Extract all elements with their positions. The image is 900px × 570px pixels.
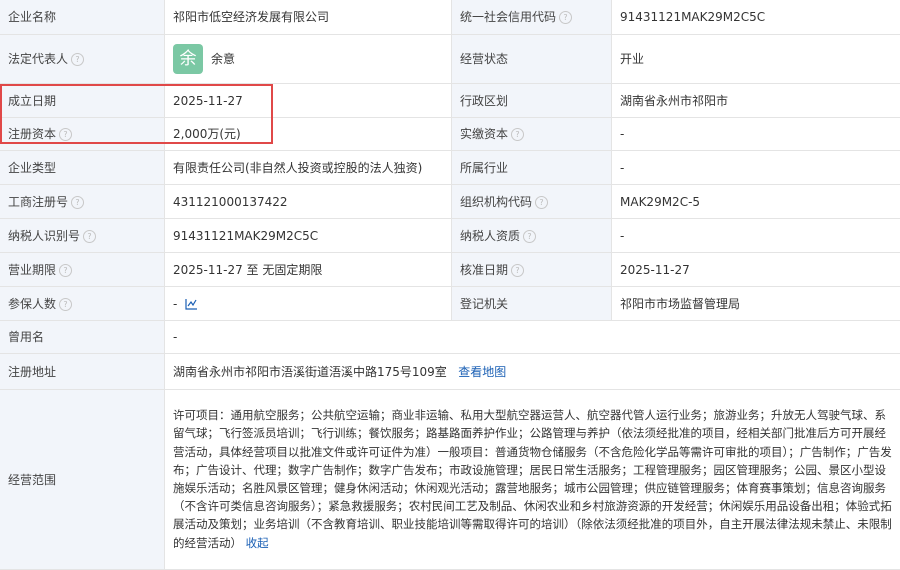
label-reg-no: 工商注册号? [0, 185, 165, 219]
avatar[interactable]: 余 [173, 44, 203, 74]
help-circle-icon[interactable]: ? [59, 128, 72, 141]
value-org-code: MAK29M2C-5 [612, 185, 900, 219]
help-circle-icon[interactable]: ? [59, 264, 72, 277]
value-paid-capital: - [612, 118, 900, 151]
label-industry: 所属行业 [452, 151, 612, 185]
value-company-type: 有限责任公司(非自然人投资或控股的法人独资) [165, 151, 452, 185]
label-legal-rep: 法定代表人? [0, 35, 165, 84]
value-company-name: 祁阳市低空经济发展有限公司 [165, 0, 452, 35]
value-insured: - [165, 287, 452, 321]
help-circle-icon[interactable]: ? [523, 230, 536, 243]
label-reg-capital: 注册资本? [0, 118, 165, 151]
help-circle-icon[interactable]: ? [559, 11, 572, 24]
collapse-link[interactable]: 收起 [246, 536, 269, 550]
label-founded: 成立日期 [0, 84, 165, 118]
help-circle-icon[interactable]: ? [83, 230, 96, 243]
label-insured: 参保人数? [0, 287, 165, 321]
trend-chart-icon[interactable] [185, 298, 198, 310]
label-term: 营业期限? [0, 253, 165, 287]
value-former-name: - [165, 321, 900, 354]
label-taxpayer-qual: 纳税人资质? [452, 219, 612, 253]
label-address: 注册地址 [0, 354, 165, 390]
help-circle-icon[interactable]: ? [71, 53, 84, 66]
help-circle-icon[interactable]: ? [71, 196, 84, 209]
value-scope: 许可项目：通用航空服务；公共航空运输；商业非运输、私用大型航空器运营人、航空器代… [165, 390, 900, 570]
value-reg-no: 431121000137422 [165, 185, 452, 219]
value-industry: - [612, 151, 900, 185]
value-term: 2025-11-27 至 无固定期限 [165, 253, 452, 287]
label-credit-code: 统一社会信用代码? [452, 0, 612, 35]
label-region: 行政区划 [452, 84, 612, 118]
label-taxpayer-id: 纳税人识别号? [0, 219, 165, 253]
legal-rep-name[interactable]: 余意 [211, 52, 235, 66]
label-paid-capital: 实缴资本? [452, 118, 612, 151]
business-info-table: 企业名称 祁阳市低空经济发展有限公司 统一社会信用代码? 91431121MAK… [0, 0, 900, 570]
help-circle-icon[interactable]: ? [59, 298, 72, 311]
value-legal-rep: 余余意 [165, 35, 452, 84]
label-company-type: 企业类型 [0, 151, 165, 185]
label-authority: 登记机关 [452, 287, 612, 321]
view-map-link[interactable]: 查看地图 [458, 365, 506, 379]
label-approval-date: 核准日期? [452, 253, 612, 287]
value-credit-code: 91431121MAK29M2C5C [612, 0, 900, 35]
label-status: 经营状态 [452, 35, 612, 84]
label-former-name: 曾用名 [0, 321, 165, 354]
value-region: 湖南省永州市祁阳市 [612, 84, 900, 118]
value-reg-capital: 2,000万(元) [165, 118, 452, 151]
value-status: 开业 [612, 35, 900, 84]
label-company-name: 企业名称 [0, 0, 165, 35]
help-circle-icon[interactable]: ? [511, 264, 524, 277]
label-scope: 经营范围 [0, 390, 165, 570]
help-circle-icon[interactable]: ? [535, 196, 548, 209]
value-authority: 祁阳市市场监督管理局 [612, 287, 900, 321]
value-taxpayer-qual: - [612, 219, 900, 253]
value-taxpayer-id: 91431121MAK29M2C5C [165, 219, 452, 253]
value-founded: 2025-11-27 [165, 84, 452, 118]
help-circle-icon[interactable]: ? [511, 128, 524, 141]
value-address: 湖南省永州市祁阳市浯溪街道浯溪中路175号109室 查看地图 [165, 354, 900, 390]
label-org-code: 组织机构代码? [452, 185, 612, 219]
value-approval-date: 2025-11-27 [612, 253, 900, 287]
